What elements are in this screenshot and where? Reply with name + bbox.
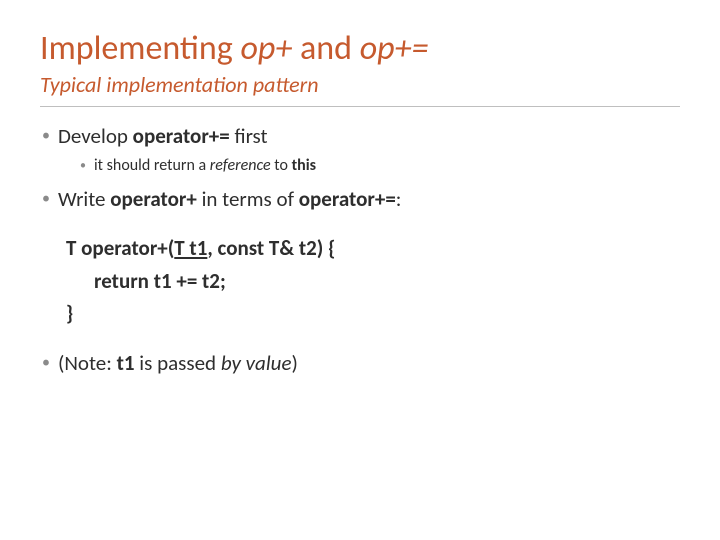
title-text-pre: Implementing (40, 28, 240, 69)
code-l1-pre: T operator+( (66, 235, 174, 261)
divider (40, 106, 680, 107)
code-line-2: return t1 += t2; (66, 265, 680, 298)
bullet-list-2: (Note: t1 is passed by value) (40, 348, 680, 378)
code-line-3: } (66, 297, 680, 330)
b2-mid: in terms of (197, 186, 299, 212)
code-l1-post: , const T& t2) { (207, 235, 335, 261)
b3-bold: t1 (117, 350, 135, 376)
title-text-mid: and (292, 28, 359, 69)
bullet-3: (Note: t1 is passed by value) (40, 348, 680, 378)
title-em2: op+= (360, 28, 429, 69)
title-em1: op+ (240, 28, 292, 69)
b1a-bold: this (292, 156, 316, 175)
b2-bold2: operator+= (299, 186, 396, 212)
bullet-1a: it should return a reference to this (80, 155, 680, 177)
bullet-2: Write operator+ in terms of operator+=: (40, 184, 680, 214)
b1-bold: operator+= (133, 123, 230, 149)
sub-bullet-list-1: it should return a reference to this (80, 155, 680, 177)
bullet-1: Develop operator+= first it should retur… (40, 121, 680, 178)
slide-subtitle: Typical implementation pattern (40, 71, 680, 98)
b3-post: ) (291, 350, 297, 376)
code-l1-underline: T t1 (174, 235, 207, 261)
b3-mid: is passed (135, 350, 221, 376)
bullet-list: Develop operator+= first it should retur… (40, 121, 680, 214)
b1-post: first (230, 123, 268, 149)
code-line-1: T operator+(T t1, const T& t2) { (66, 232, 680, 265)
b1a-pre: it should return a (94, 156, 210, 175)
b3-italic: by value (221, 350, 292, 376)
b1a-italic: reference (210, 156, 271, 175)
slide: Implementing op+ and op+= Typical implem… (0, 0, 720, 540)
b2-pre: Write (58, 186, 110, 212)
b1a-mid: to (271, 156, 292, 175)
code-block: T operator+(T t1, const T& t2) { return … (66, 232, 680, 330)
b3-pre: (Note: (58, 350, 117, 376)
b2-bold1: operator+ (110, 186, 197, 212)
b2-post: : (396, 186, 402, 212)
slide-title: Implementing op+ and op+= (40, 28, 680, 69)
b1-pre: Develop (58, 123, 133, 149)
